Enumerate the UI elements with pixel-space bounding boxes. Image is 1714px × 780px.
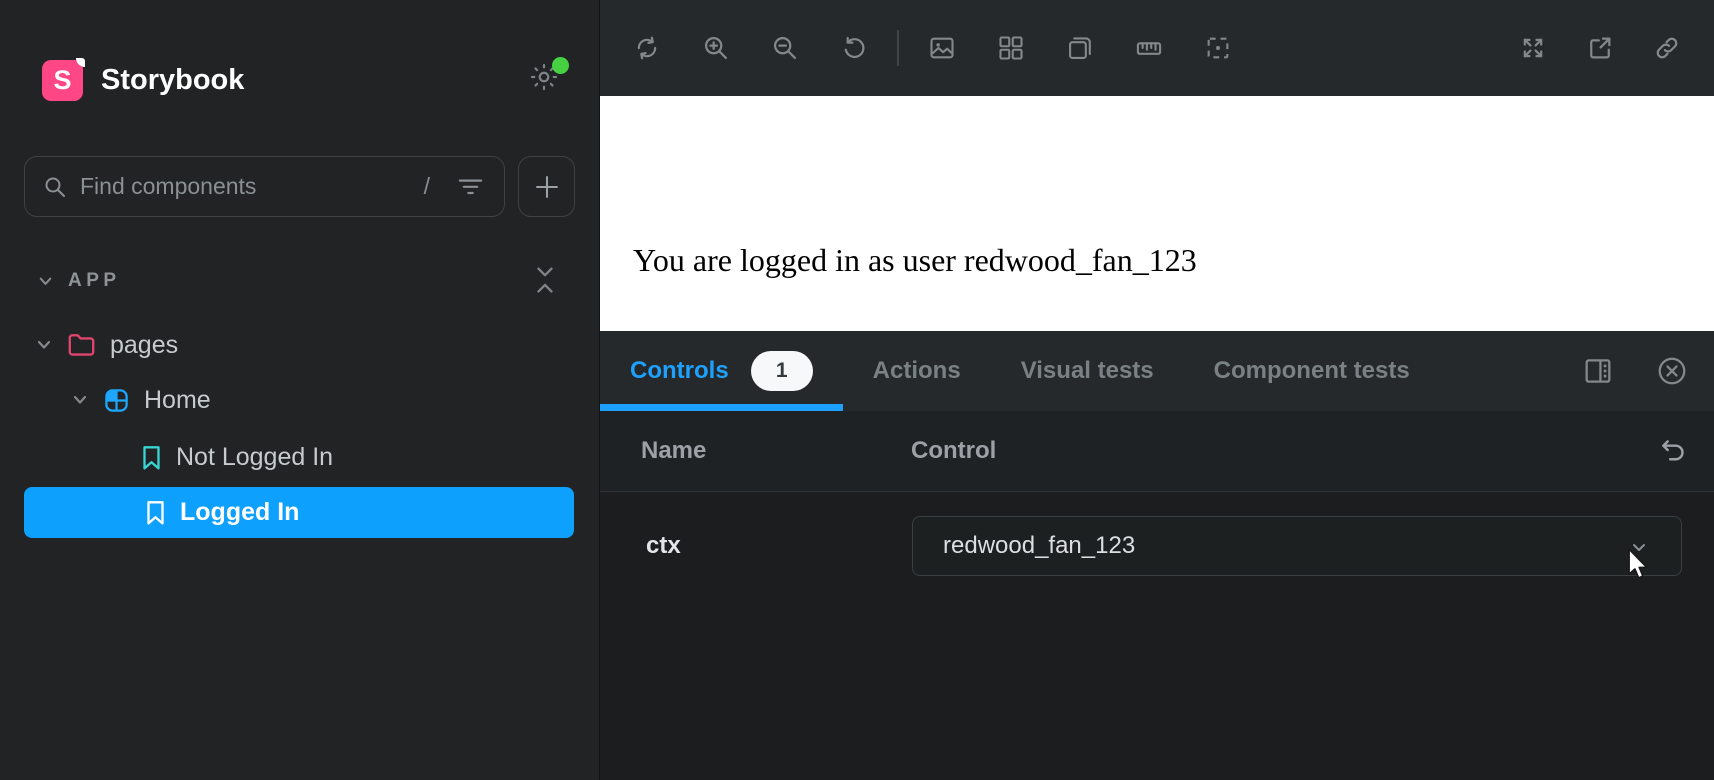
- outline-icon[interactable]: [1204, 34, 1232, 62]
- filter-icon[interactable]: [457, 175, 484, 199]
- controls-count-badge: 1: [751, 351, 813, 391]
- tab-label: Visual tests: [1021, 357, 1154, 385]
- settings-gear-button[interactable]: [529, 62, 563, 96]
- tab-controls[interactable]: Controls 1: [600, 331, 843, 411]
- measure-icon[interactable]: [1135, 34, 1163, 62]
- sidebar-item-home[interactable]: Home: [0, 377, 599, 423]
- tree-item-label: Home: [144, 386, 211, 415]
- tab-label: Component tests: [1214, 357, 1410, 385]
- fullscreen-icon[interactable]: [1519, 34, 1547, 62]
- create-new-story-button[interactable]: [518, 156, 575, 217]
- logo-letter: S: [53, 65, 71, 96]
- remount-icon[interactable]: [633, 34, 661, 62]
- folder-icon: [67, 332, 96, 358]
- column-header-name: Name: [641, 437, 706, 465]
- chevron-down-icon: [1627, 535, 1651, 559]
- tree-item-label: Not Logged In: [176, 443, 333, 472]
- panel-position-icon[interactable]: [1582, 355, 1614, 387]
- zoom-in-icon[interactable]: [702, 34, 730, 62]
- brand-row: S Storybook: [42, 58, 599, 102]
- reset-controls-icon[interactable]: [1656, 435, 1688, 465]
- search-icon: [43, 175, 67, 199]
- chevron-down-icon[interactable]: [36, 272, 55, 291]
- search-row: Find components /: [24, 156, 575, 217]
- chevron-down-icon[interactable]: [34, 335, 54, 355]
- storybook-app: S Storybook Find co: [0, 0, 1714, 780]
- brand-title: Storybook: [101, 64, 244, 97]
- controls-table-row-ctx: ctx redwood_fan_123: [600, 492, 1714, 780]
- plus-icon: [533, 173, 561, 201]
- sidebar-item-logged-in[interactable]: Logged In: [24, 487, 574, 538]
- tree-item-label: Logged In: [180, 498, 299, 527]
- select-value: redwood_fan_123: [943, 532, 1135, 560]
- grid-icon[interactable]: [997, 34, 1025, 62]
- viewport-icon[interactable]: [1066, 34, 1094, 62]
- tab-component-tests[interactable]: Component tests: [1184, 331, 1440, 411]
- search-input[interactable]: Find components /: [24, 156, 505, 217]
- story-output-text: You are logged in as user redwood_fan_12…: [633, 242, 1197, 279]
- notification-dot: [552, 57, 569, 74]
- arg-name: ctx: [646, 532, 681, 560]
- controls-table-header: Name Control: [600, 411, 1714, 492]
- open-external-icon[interactable]: [1586, 34, 1614, 62]
- copy-link-icon[interactable]: [1653, 34, 1681, 62]
- zoom-out-icon[interactable]: [771, 34, 799, 62]
- chevron-down-icon[interactable]: [70, 390, 90, 410]
- collapse-all-icon[interactable]: [532, 260, 558, 298]
- storybook-logo: S: [42, 60, 83, 101]
- addons-tabbar: Controls 1 Actions Visual tests Componen…: [600, 331, 1714, 411]
- tab-label: Controls: [630, 357, 729, 385]
- sidebar: S Storybook Find co: [0, 0, 599, 780]
- controls-panel: Name Control ctx redwood_fan_123: [600, 411, 1714, 780]
- tab-actions[interactable]: Actions: [843, 331, 991, 411]
- tab-label: Actions: [873, 357, 961, 385]
- toolbar-divider: [897, 30, 899, 66]
- column-header-control: Control: [911, 437, 996, 465]
- close-panel-icon[interactable]: [1656, 355, 1688, 387]
- background-icon[interactable]: [928, 34, 956, 62]
- bookmark-icon: [141, 445, 162, 470]
- section-label: APP: [68, 270, 121, 292]
- tree-item-label: pages: [110, 331, 178, 360]
- ctx-select-control[interactable]: redwood_fan_123: [912, 516, 1682, 576]
- sidebar-section-app[interactable]: APP: [0, 264, 599, 298]
- tab-visual-tests[interactable]: Visual tests: [991, 331, 1184, 411]
- component-icon: [103, 387, 130, 414]
- bookmark-icon: [145, 500, 166, 525]
- sidebar-item-pages[interactable]: pages: [0, 322, 599, 368]
- canvas-toolbar: [600, 0, 1714, 96]
- zoom-reset-icon[interactable]: [840, 34, 868, 62]
- search-placeholder: Find components: [80, 173, 256, 200]
- sidebar-item-not-logged-in[interactable]: Not Logged In: [0, 434, 599, 480]
- main-area: You are logged in as user redwood_fan_12…: [599, 0, 1714, 780]
- preview-canvas: You are logged in as user redwood_fan_12…: [600, 96, 1714, 331]
- search-shortcut-key: /: [424, 173, 430, 200]
